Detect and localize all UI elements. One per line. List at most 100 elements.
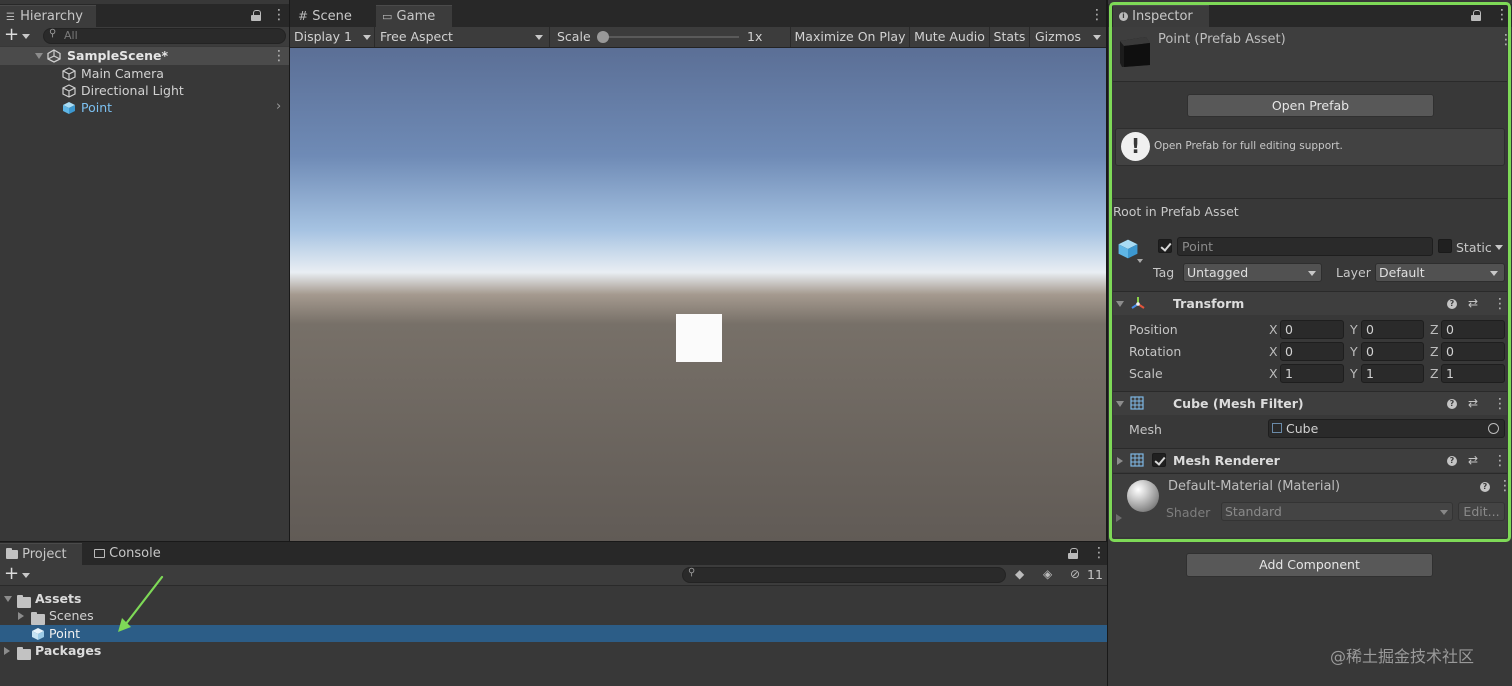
search-icon: ⚲	[688, 567, 696, 578]
layer-dropdown[interactable]: Default	[1375, 263, 1505, 282]
collapse-arrow-icon[interactable]	[1116, 301, 1124, 307]
mesh-filter-header[interactable]: Cube (Mesh Filter) ? ⇄ ⋮	[1113, 391, 1507, 415]
position-x-field[interactable]: 0	[1280, 320, 1344, 339]
presets-icon[interactable]: ⇄	[1468, 449, 1478, 472]
expand-arrow-icon[interactable]	[4, 596, 12, 602]
inspector-tab-label: Inspector	[1132, 9, 1193, 24]
axis-x-label: X	[1269, 366, 1278, 381]
asset-title: Point (Prefab Asset)	[1158, 32, 1286, 47]
open-prefab-button[interactable]: Open Prefab	[1187, 94, 1434, 117]
display-dropdown[interactable]: Display 1	[290, 27, 375, 47]
rotation-z-value: 0	[1446, 344, 1454, 359]
add-component-button[interactable]: Add Component	[1186, 553, 1433, 577]
mesh-renderer-header[interactable]: Mesh Renderer ? ⇄ ⋮	[1113, 448, 1507, 472]
mesh-object-field[interactable]: Cube	[1268, 419, 1505, 438]
object-name-field[interactable]: Point	[1177, 237, 1433, 256]
rotation-y-field[interactable]: 0	[1361, 342, 1424, 361]
position-y-value: 0	[1366, 322, 1374, 337]
menu-dots-icon[interactable]: ⋮	[1495, 8, 1509, 22]
shader-dropdown[interactable]: Standard	[1221, 502, 1453, 521]
mute-audio-button[interactable]: Mute Audio	[910, 27, 990, 47]
scale-slider[interactable]	[597, 31, 739, 43]
gizmos-button[interactable]: Gizmos	[1031, 27, 1106, 47]
expand-arrow-icon[interactable]	[35, 53, 43, 59]
static-checkbox[interactable]	[1438, 239, 1452, 253]
object-picker-icon[interactable]	[1488, 423, 1499, 434]
hierarchy-item-point[interactable]: Point ›	[0, 99, 289, 116]
add-icon[interactable]: +	[4, 563, 19, 584]
asset-menu-dots-icon[interactable]: ⋮	[1499, 33, 1512, 47]
expand-arrow-icon[interactable]	[1116, 514, 1122, 522]
position-z-field[interactable]: 0	[1441, 320, 1505, 339]
project-search-input[interactable]: ⚲	[682, 567, 1006, 583]
scale-x-field[interactable]: 1	[1280, 364, 1344, 383]
static-dropdown-icon[interactable]	[1495, 245, 1503, 250]
scale-z-field[interactable]: 1	[1441, 364, 1505, 383]
active-checkbox[interactable]	[1158, 239, 1172, 253]
component-menu-icon[interactable]: ⋮	[1493, 454, 1507, 468]
add-dropdown-icon[interactable]	[22, 573, 30, 578]
aspect-dropdown[interactable]: Free Aspect	[376, 27, 550, 47]
hierarchy-item-directional-light[interactable]: Directional Light	[0, 82, 289, 99]
scale-y-field[interactable]: 1	[1361, 364, 1424, 383]
tab-scene[interactable]: # Scene	[292, 5, 372, 27]
help-icon[interactable]: ?	[1480, 482, 1490, 492]
dropdown-arrow-icon[interactable]	[1093, 35, 1101, 40]
collapse-arrow-icon[interactable]	[4, 647, 10, 655]
lock-icon[interactable]	[1068, 548, 1078, 559]
rotation-z-field[interactable]: 0	[1441, 342, 1505, 361]
filter-by-label-icon[interactable]: ◈	[1043, 567, 1052, 581]
help-icon[interactable]: ?	[1447, 399, 1457, 409]
material-menu-icon[interactable]: ⋮	[1498, 479, 1512, 493]
hierarchy-scene-row[interactable]: SampleScene* ⋮	[0, 47, 289, 65]
tree-item-packages[interactable]: Packages	[0, 642, 1107, 660]
dropdown-arrow-icon	[1440, 510, 1448, 515]
collapse-arrow-icon[interactable]	[1116, 401, 1124, 407]
add-icon[interactable]: +	[4, 24, 19, 45]
expand-arrow-icon[interactable]	[1117, 457, 1123, 465]
hidden-packages-eye-icon[interactable]: ⊘	[1070, 567, 1080, 581]
presets-icon[interactable]: ⇄	[1468, 292, 1478, 315]
maximize-on-play-button[interactable]: Maximize On Play	[790, 27, 910, 47]
tree-label: Point	[49, 626, 81, 641]
chevron-right-icon[interactable]: ›	[276, 99, 281, 114]
collapse-arrow-icon[interactable]	[18, 612, 24, 620]
menu-dots-icon[interactable]: ⋮	[272, 8, 286, 22]
scene-menu-icon[interactable]: ⋮	[272, 49, 286, 63]
shader-value: Standard	[1225, 504, 1282, 519]
hierarchy-item-main-camera[interactable]: Main Camera	[0, 65, 289, 82]
tag-dropdown[interactable]: Untagged	[1183, 263, 1322, 282]
lock-icon[interactable]	[251, 10, 261, 21]
menu-dots-icon[interactable]: ⋮	[1092, 546, 1106, 560]
search-icon: ⚲	[49, 28, 57, 39]
position-y-field[interactable]: 0	[1361, 320, 1424, 339]
game-viewport[interactable]	[290, 48, 1106, 541]
presets-icon[interactable]: ⇄	[1468, 392, 1478, 415]
help-icon[interactable]: ?	[1447, 299, 1457, 309]
mesh-renderer-enabled-checkbox[interactable]	[1152, 453, 1166, 467]
add-dropdown-icon[interactable]	[22, 34, 30, 39]
tab-game[interactable]: ▭ Game	[376, 5, 452, 27]
help-icon[interactable]: ?	[1447, 456, 1457, 466]
scale-slider-knob[interactable]	[597, 31, 609, 43]
filter-by-type-icon[interactable]: ◆	[1015, 567, 1024, 581]
material-name: Default-Material (Material)	[1168, 479, 1341, 494]
stats-button[interactable]: Stats	[990, 27, 1030, 47]
icon-dropdown-arrow[interactable]	[1137, 259, 1143, 263]
shader-edit-button[interactable]: Edit...	[1458, 502, 1505, 521]
unity-scene-icon	[47, 49, 61, 63]
component-menu-icon[interactable]: ⋮	[1493, 297, 1507, 311]
tab-inspector[interactable]: i Inspector	[1113, 5, 1209, 27]
transform-header[interactable]: Transform ? ⇄ ⋮	[1113, 291, 1507, 315]
tab-project[interactable]: Project	[0, 543, 82, 565]
component-menu-icon[interactable]: ⋮	[1493, 397, 1507, 411]
transform-axes-icon	[1131, 297, 1145, 309]
open-prefab-label: Open Prefab	[1271, 98, 1350, 113]
prefab-cube-icon	[1118, 239, 1138, 259]
rotation-x-field[interactable]: 0	[1280, 342, 1344, 361]
hierarchy-search-input[interactable]: ⚲ All	[43, 28, 286, 44]
tab-console[interactable]: Console	[88, 543, 168, 565]
game-menu-dots-icon[interactable]: ⋮	[1090, 8, 1104, 22]
warning-info-icon: !	[1121, 132, 1150, 161]
lock-icon[interactable]	[1471, 10, 1481, 21]
